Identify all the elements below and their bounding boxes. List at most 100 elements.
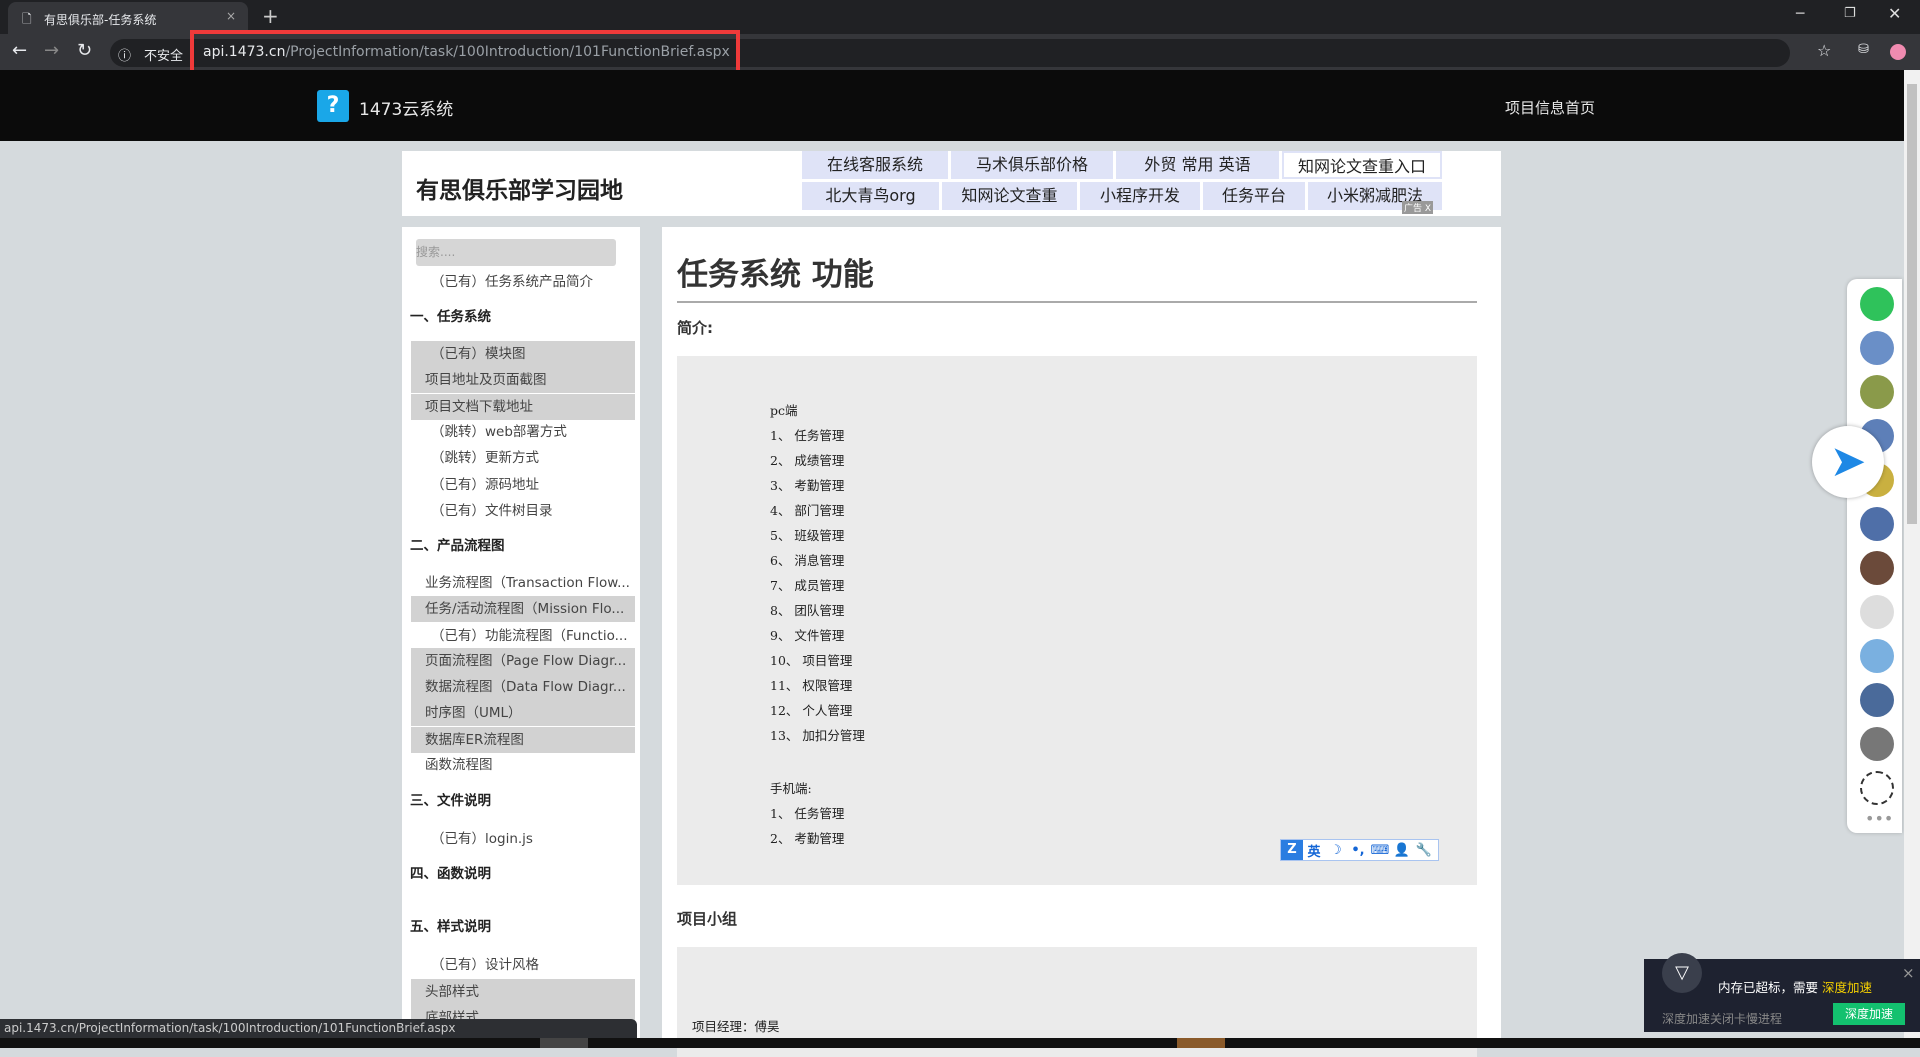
pc-feature-item: 1、 任务管理 <box>770 428 845 443</box>
sidebar-item[interactable]: （已有）模块图 <box>411 340 635 367</box>
bookmark-star-icon[interactable]: ☆ <box>1817 41 1831 60</box>
site-title: 有思俱乐部学习园地 <box>416 178 623 204</box>
ad-link[interactable]: 外贸 常用 英语 <box>1116 151 1279 179</box>
contact-avatar[interactable] <box>1860 551 1894 585</box>
status-bar: api.1473.cn/ProjectInformation/task/100I… <box>0 1019 637 1038</box>
pc-feature-item: 7、 成员管理 <box>770 578 845 593</box>
sidebar-item[interactable]: 时序图（UML） <box>411 699 635 726</box>
sidebar-item[interactable]: （已有）功能流程图（Functio... <box>411 623 635 649</box>
url-highlight-box <box>190 30 740 74</box>
mobile-feature-item: 1、 任务管理 <box>770 806 845 821</box>
pc-feature-item: 4、 部门管理 <box>770 503 845 518</box>
pc-feature-item: 9、 文件管理 <box>770 628 845 643</box>
maximize-button[interactable]: ❐ <box>1844 6 1856 21</box>
scrollbar[interactable] <box>1904 70 1920 1038</box>
ad-link[interactable]: 马术俱乐部价格 <box>951 151 1113 179</box>
boost-button[interactable]: 深度加速 <box>1833 1003 1905 1025</box>
sidebar: 搜索.... （已有）任务系统产品简介 一、任务系统 （已有）模块图 项目地址及页面截… <box>402 227 640 1048</box>
ime-toolbar[interactable]: Z 英 ☽ •, ⌨ 👤 🔧 <box>1280 839 1439 861</box>
pc-feature-item: 8、 团队管理 <box>770 603 845 618</box>
profile-avatar[interactable] <box>1890 44 1906 60</box>
ad-link[interactable]: 在线客服系统 <box>802 151 948 179</box>
notification-popup: ▽ 内存已超标，需要 深度加速 × 深度加速关闭卡慢进程 深度加速 <box>1644 953 1920 1032</box>
contact-avatar[interactable] <box>1860 595 1894 629</box>
ad-link[interactable]: 知网论文查重 <box>942 182 1077 210</box>
ad-link[interactable]: 北大青鸟org <box>802 182 939 210</box>
pc-feature-item: 10、 项目管理 <box>770 653 853 668</box>
ime-logo-icon[interactable]: Z <box>1281 840 1303 860</box>
ime-user-icon[interactable]: 👤 <box>1391 843 1413 858</box>
ime-lang-icon[interactable]: 英 <box>1303 841 1325 860</box>
close-window-button[interactable]: ✕ <box>1888 4 1901 23</box>
sidebar-section-heading: 五、样式说明 <box>410 918 491 935</box>
sidebar-item[interactable]: 项目地址及页面截图 <box>411 366 635 393</box>
sidebar-item[interactable]: 业务流程图（Transaction Flow... <box>411 570 635 596</box>
page-title: 任务系统 功能 <box>677 257 874 293</box>
forward-icon[interactable]: → <box>44 40 59 61</box>
sidebar-item[interactable]: （跳转）web部署方式 <box>411 419 635 445</box>
sidebar-item[interactable]: 数据流程图（Data Flow Diagr... <box>411 673 635 700</box>
new-tab-button[interactable]: + <box>262 4 279 28</box>
nav-home-link[interactable]: 项目信息首页 <box>1505 97 1595 118</box>
sidebar-section-heading: 四、函数说明 <box>410 866 491 883</box>
close-tab-icon[interactable]: × <box>226 9 236 23</box>
search-icon[interactable] <box>1860 287 1894 321</box>
sidebar-item[interactable]: 头部样式 <box>411 978 635 1005</box>
reload-icon[interactable]: ↻ <box>77 40 92 61</box>
incognito-icon[interactable]: ⛁ <box>1858 42 1869 57</box>
ime-keyboard-icon[interactable]: ⌨ <box>1369 843 1391 858</box>
more-icon[interactable]: ••• <box>1865 809 1893 828</box>
sidebar-item[interactable]: 任务/活动流程图（Mission Flo... <box>411 595 635 622</box>
contact-avatar[interactable] <box>1860 727 1894 761</box>
contact-avatar[interactable] <box>1860 639 1894 673</box>
ime-moon-icon[interactable]: ☽ <box>1325 843 1347 858</box>
main-content: 任务系统 功能 简介: pc端 1、 任务管理 2、 成绩管理 3、 考勤管理 4、 … <box>662 227 1501 1057</box>
taskbar <box>0 1038 1920 1048</box>
mobile-feature-item: 2、 考勤管理 <box>770 831 845 846</box>
ime-punct-icon[interactable]: •, <box>1347 843 1369 858</box>
intro-label: 简介: <box>677 319 713 337</box>
ad-link[interactable]: 知网论文查重入口 <box>1282 151 1442 179</box>
floating-avatar-panel: ••• <box>1847 279 1902 833</box>
logo-text[interactable]: 1473云系统 <box>359 95 453 120</box>
sidebar-item[interactable]: 页面流程图（Page Flow Diagr... <box>411 648 635 675</box>
ad-mark[interactable]: 广告 X <box>1402 201 1434 214</box>
minimize-button[interactable]: ─ <box>1796 6 1804 22</box>
scrollbar-thumb[interactable] <box>1907 84 1917 524</box>
taskbar-item[interactable] <box>540 1038 588 1048</box>
ad-link[interactable]: 任务平台 <box>1203 182 1305 210</box>
sidebar-item[interactable]: 项目文档下载地址 <box>411 393 635 420</box>
taskbar-item[interactable] <box>1177 1038 1225 1048</box>
sidebar-item[interactable]: （已有）源码地址 <box>411 472 635 498</box>
contact-avatar[interactable] <box>1860 507 1894 541</box>
ime-settings-icon[interactable]: 🔧 <box>1413 843 1435 858</box>
contact-avatar[interactable] <box>1860 375 1894 409</box>
sidebar-item[interactable]: （已有）设计风格 <box>411 952 635 978</box>
contact-avatar[interactable] <box>1860 771 1894 805</box>
logo-icon[interactable]: ? <box>317 90 349 122</box>
divider <box>677 301 1477 303</box>
ad-link[interactable]: 小程序开发 <box>1080 182 1200 210</box>
team-label: 项目小组 <box>677 910 738 928</box>
sidebar-item[interactable]: （跳转）更新方式 <box>411 445 635 471</box>
pc-feature-item: 2、 成绩管理 <box>770 453 845 468</box>
sidebar-item[interactable]: 数据库ER流程图 <box>411 726 635 753</box>
search-input[interactable]: 搜索.... <box>416 239 616 266</box>
contact-avatar[interactable] <box>1860 683 1894 717</box>
sidebar-item[interactable]: 函数流程图 <box>411 752 635 778</box>
pc-feature-item: 12、 个人管理 <box>770 703 853 718</box>
browser-tab-bar: 🗋 有思俱乐部-任务系统 × + ─ ❐ ✕ <box>0 0 1920 34</box>
back-icon[interactable]: ← <box>12 40 27 61</box>
close-icon[interactable]: × <box>1902 964 1915 982</box>
shield-icon: ▽ <box>1662 953 1702 993</box>
contact-avatar[interactable] <box>1860 331 1894 365</box>
page-icon: 🗋 <box>22 12 32 26</box>
pc-feature-item: 13、 加扣分管理 <box>770 728 865 743</box>
sidebar-item[interactable]: （已有）login.js <box>411 826 635 852</box>
sidebar-item[interactable]: （已有）文件树目录 <box>411 498 635 524</box>
intro-box: pc端 1、 任务管理 2、 成绩管理 3、 考勤管理 4、 部门管理 5、 班级管理 6… <box>677 356 1477 885</box>
manager-text: 项目经理：傅昊 <box>692 1019 780 1034</box>
bird-icon[interactable]: ➤ <box>1812 426 1884 498</box>
site-header: ? 1473云系统 项目信息首页 <box>0 70 1904 141</box>
sidebar-item[interactable]: （已有）任务系统产品简介 <box>411 269 635 295</box>
